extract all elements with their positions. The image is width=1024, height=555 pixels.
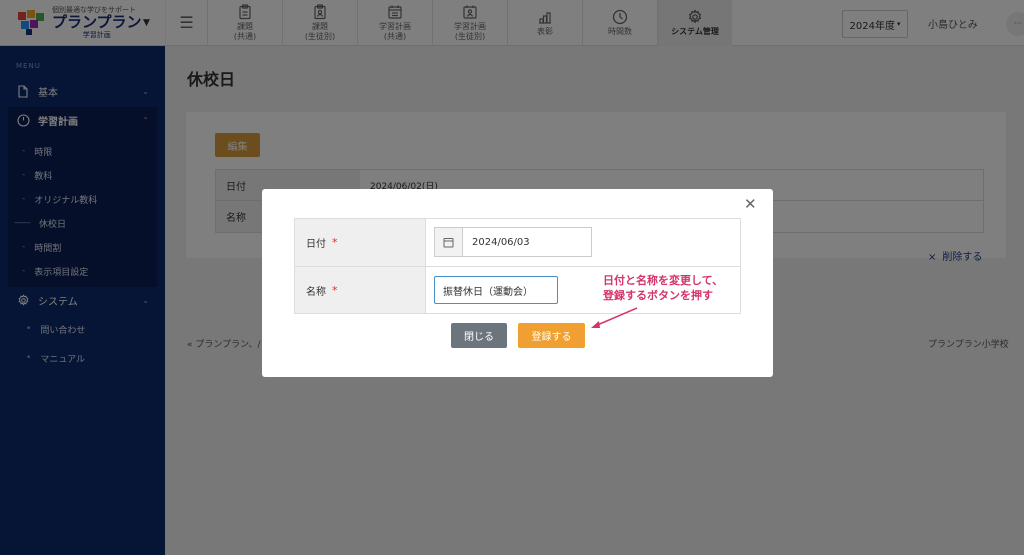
instruction-annotation: 日付と名称を変更して、 登録するボタンを押す bbox=[603, 273, 743, 304]
close-button[interactable]: 閉じる bbox=[451, 323, 507, 348]
register-button[interactable]: 登録する bbox=[518, 323, 585, 348]
date-field-label: 日付 bbox=[306, 239, 326, 250]
name-field-label-cell: 名称 * bbox=[295, 267, 425, 313]
date-picker[interactable] bbox=[434, 227, 592, 257]
annotation-line: 日付と名称を変更して、 bbox=[603, 274, 724, 287]
close-icon[interactable]: ✕ bbox=[744, 195, 757, 213]
name-field-label: 名称 bbox=[306, 286, 326, 298]
form-row-date: 日付 * bbox=[295, 219, 740, 266]
annotation-arrow-icon bbox=[591, 307, 638, 328]
date-field-cell bbox=[425, 219, 740, 266]
annotation-line: 登録するボタンを押す bbox=[603, 289, 713, 303]
required-mark: * bbox=[332, 236, 338, 249]
required-mark: * bbox=[332, 283, 338, 297]
date-input[interactable] bbox=[463, 228, 591, 256]
edit-holiday-dialog: ✕ 日付 * 名称 * 日付と名称を変更して、 登録 bbox=[262, 189, 773, 377]
name-input[interactable] bbox=[434, 276, 558, 304]
date-field-label-cell: 日付 * bbox=[295, 219, 425, 266]
calendar-icon[interactable] bbox=[435, 228, 463, 256]
